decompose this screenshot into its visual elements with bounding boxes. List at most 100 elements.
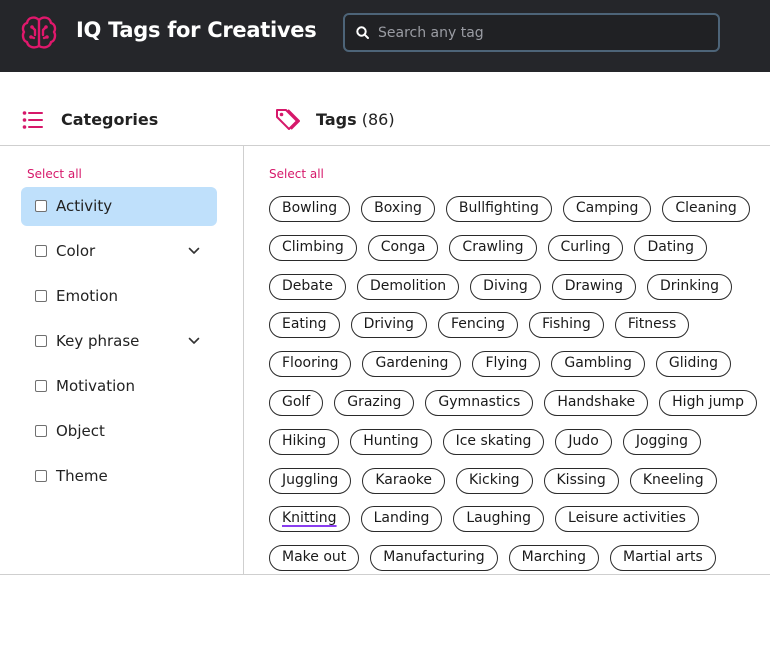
tag-chip-laughing[interactable]: Laughing: [453, 506, 545, 533]
tag-chip-fitness[interactable]: Fitness: [614, 312, 690, 339]
tag-chip-crawling[interactable]: Crawling: [449, 234, 537, 261]
tag-chip-flooring[interactable]: Flooring: [269, 351, 352, 378]
tag-chip-make-out[interactable]: Make out: [269, 545, 360, 572]
tag-label: Gymnastics: [438, 393, 521, 410]
tag-row: Knitting Landing Laughing Leisure activitie…: [269, 506, 764, 545]
tag-chip-handshake[interactable]: Handshake: [544, 389, 649, 416]
tag-chip-marching[interactable]: Marching: [508, 545, 599, 572]
tag-chip-kicking[interactable]: Kicking: [455, 467, 533, 494]
tag-label: Conga: [380, 238, 426, 255]
category-item-object[interactable]: Object: [21, 412, 217, 451]
tag-chip-bowling[interactable]: Bowling: [269, 196, 351, 222]
category-checkbox[interactable]: [35, 200, 47, 212]
categories-select-all-link[interactable]: Select all: [27, 167, 82, 181]
tag-chip-debate[interactable]: Debate: [269, 273, 346, 300]
header-divider: [0, 145, 770, 146]
tag-chip-curling[interactable]: Curling: [547, 234, 624, 261]
category-item-activity[interactable]: Activity: [21, 187, 217, 226]
tag-list: Bowling Boxing Bullfighting Camping Cleaning…: [269, 196, 764, 574]
category-checkbox[interactable]: [35, 245, 47, 257]
tag-chip-hunting[interactable]: Hunting: [350, 428, 432, 455]
tag-label: Diving: [483, 277, 528, 294]
tag-chip-drinking[interactable]: Drinking: [647, 273, 733, 300]
tag-chip-high-jump[interactable]: High jump: [659, 389, 758, 416]
category-checkbox[interactable]: [35, 290, 47, 302]
category-label: Motivation: [56, 377, 135, 395]
tag-row: Eating Driving Fencing Fishing Fitness: [269, 312, 764, 351]
category-label: Theme: [56, 467, 108, 485]
tag-label: Marching: [521, 549, 586, 566]
tag-label: Grazing: [347, 393, 402, 410]
tag-label: Judo: [568, 432, 599, 449]
tag-chip-driving[interactable]: Driving: [350, 312, 427, 339]
tag-chip-boxing[interactable]: Boxing: [361, 196, 435, 222]
tag-label: Gardening: [375, 355, 449, 372]
tag-chip-cleaning[interactable]: Cleaning: [662, 196, 750, 222]
tag-chip-gliding[interactable]: Gliding: [655, 351, 732, 378]
tag-chip-landing[interactable]: Landing: [360, 506, 443, 533]
tag-row: Climbing Conga Crawling Curling Dating: [269, 234, 764, 274]
tag-chip-fishing[interactable]: Fishing: [529, 312, 604, 339]
chevron-down-icon[interactable]: [188, 247, 200, 255]
tag-chip-camping[interactable]: Camping: [562, 196, 652, 222]
tag-chip-fencing[interactable]: Fencing: [437, 312, 519, 339]
tag-label: Curling: [560, 238, 611, 255]
tag-chip-grazing[interactable]: Grazing: [334, 389, 415, 416]
tag-chip-flying[interactable]: Flying: [472, 351, 541, 378]
tags-select-all-link[interactable]: Select all: [269, 167, 324, 181]
tag-chip-leisure-activities[interactable]: Leisure activities: [555, 506, 699, 533]
tag-chip-bullfighting[interactable]: Bullfighting: [445, 196, 552, 222]
tag-chip-dating[interactable]: Dating: [634, 234, 707, 261]
tag-row: Flooring Gardening Flying Gambling Gliding: [269, 351, 764, 390]
tag-chip-karaoke[interactable]: Karaoke: [362, 467, 445, 494]
category-checkbox[interactable]: [35, 470, 47, 482]
tag-chip-gymnastics[interactable]: Gymnastics: [425, 389, 534, 416]
tag-chip-hiking[interactable]: Hiking: [269, 428, 340, 455]
tag-label: Leisure activities: [568, 510, 686, 527]
tag-chip-knitting[interactable]: Knitting: [269, 506, 350, 533]
tag-chip-diving[interactable]: Diving: [470, 273, 541, 300]
tag-label: Fishing: [542, 316, 591, 333]
tag-chip-eating[interactable]: Eating: [269, 312, 340, 339]
tag-chip-kissing[interactable]: Kissing: [543, 467, 619, 494]
brain-icon: [21, 16, 57, 49]
tag-chip-climbing[interactable]: Climbing: [269, 234, 357, 261]
category-checkbox[interactable]: [35, 380, 47, 392]
search-box[interactable]: [343, 13, 720, 52]
category-checkbox[interactable]: [35, 335, 47, 347]
tag-chip-jogging[interactable]: Jogging: [622, 428, 701, 455]
category-item-color[interactable]: Color: [21, 232, 217, 271]
tags-icon: [276, 109, 300, 130]
category-item-theme[interactable]: Theme: [21, 457, 217, 496]
tag-chip-gardening[interactable]: Gardening: [362, 351, 462, 378]
tag-chip-conga[interactable]: Conga: [367, 234, 439, 261]
tag-label: Gliding: [668, 355, 719, 372]
tag-chip-demolition[interactable]: Demolition: [356, 273, 460, 300]
panel-divider: [243, 146, 244, 574]
category-item-motivation[interactable]: Motivation: [21, 367, 217, 406]
tag-chip-judo[interactable]: Judo: [555, 428, 612, 455]
tag-chip-drawing[interactable]: Drawing: [551, 273, 636, 300]
tag-chip-manufacturing[interactable]: Manufacturing: [370, 545, 498, 572]
tag-chip-golf[interactable]: Golf: [269, 389, 324, 416]
tag-label: Martial arts: [622, 549, 703, 566]
tag-chip-kneeling[interactable]: Kneeling: [629, 467, 717, 494]
search-input[interactable]: [378, 22, 708, 44]
tag-label: Dating: [647, 238, 694, 255]
tag-label: Jogging: [635, 432, 688, 449]
tag-label: Demolition: [369, 277, 447, 294]
search-icon: [356, 26, 369, 39]
category-label: Key phrase: [56, 332, 140, 350]
category-item-emotion[interactable]: Emotion: [21, 277, 217, 316]
chevron-down-icon[interactable]: [188, 337, 200, 345]
tag-row: Make out Manufacturing Marching Martial art…: [269, 545, 764, 574]
tag-chip-martial-arts[interactable]: Martial arts: [609, 545, 716, 572]
tag-chip-juggling[interactable]: Juggling: [269, 467, 352, 494]
tag-label: Cleaning: [675, 200, 737, 216]
tags-title: Tags (86): [316, 110, 395, 129]
category-item-key-phrase[interactable]: Key phrase: [21, 322, 217, 361]
tag-label: Drinking: [660, 277, 720, 294]
tag-chip-gambling[interactable]: Gambling: [551, 351, 645, 378]
category-checkbox[interactable]: [35, 425, 47, 437]
tag-chip-ice-skating[interactable]: Ice skating: [442, 428, 545, 455]
